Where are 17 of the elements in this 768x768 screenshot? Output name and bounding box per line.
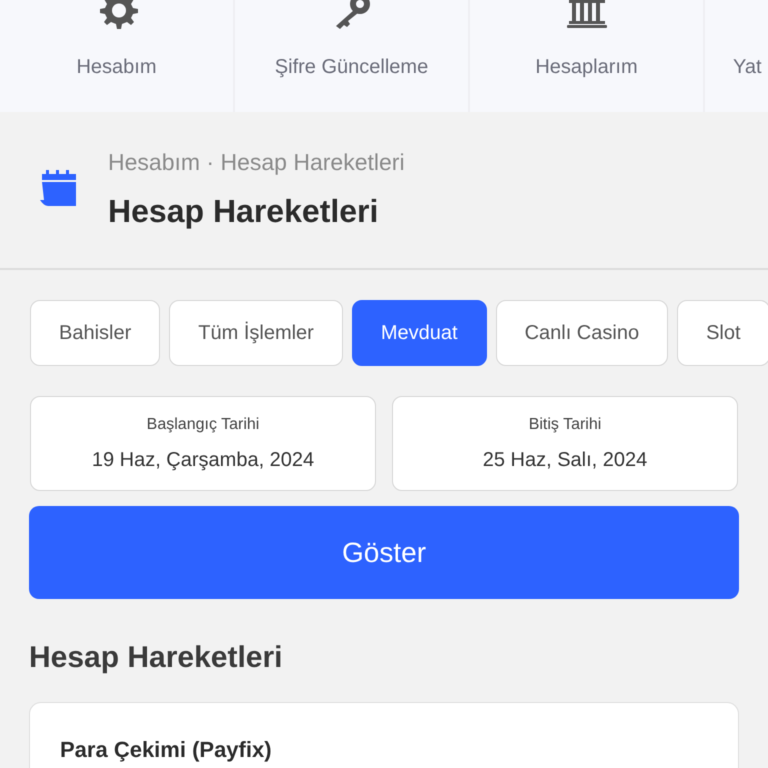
bank-icon [564,0,608,30]
date-picker[interactable]: Başlangıç Tarihi 19 Haz, Çarşamba, 2024 [30,396,376,491]
breadcrumb: Hesabım · Hesap Hareketleri [108,148,405,177]
menu-tile[interactable]: Hesabım [0,0,235,112]
section-title: Hesap Hareketleri [28,640,284,676]
filter-tab[interactable]: Mevduat [352,300,487,366]
filter-tab[interactable]: Slot [677,300,768,366]
menu-tile[interactable]: Yat [705,0,768,112]
menu-tile[interactable]: Şifre Güncelleme [235,0,470,112]
filter-tab[interactable]: Canlı Casino [496,300,668,366]
filter-tab[interactable]: Tüm İşlemler [169,300,343,366]
date-picker[interactable]: Bitiş Tarihi 25 Haz, Salı, 2024 [392,396,738,491]
filter-tab[interactable]: Bahisler [30,300,160,366]
transaction-title: Para Çekimi (Payfix) [60,737,272,762]
menu-tile[interactable]: Hesaplarım [470,0,705,112]
page-title: Hesap Hareketleri [108,192,380,232]
show-button[interactable]: Göster [29,506,739,599]
